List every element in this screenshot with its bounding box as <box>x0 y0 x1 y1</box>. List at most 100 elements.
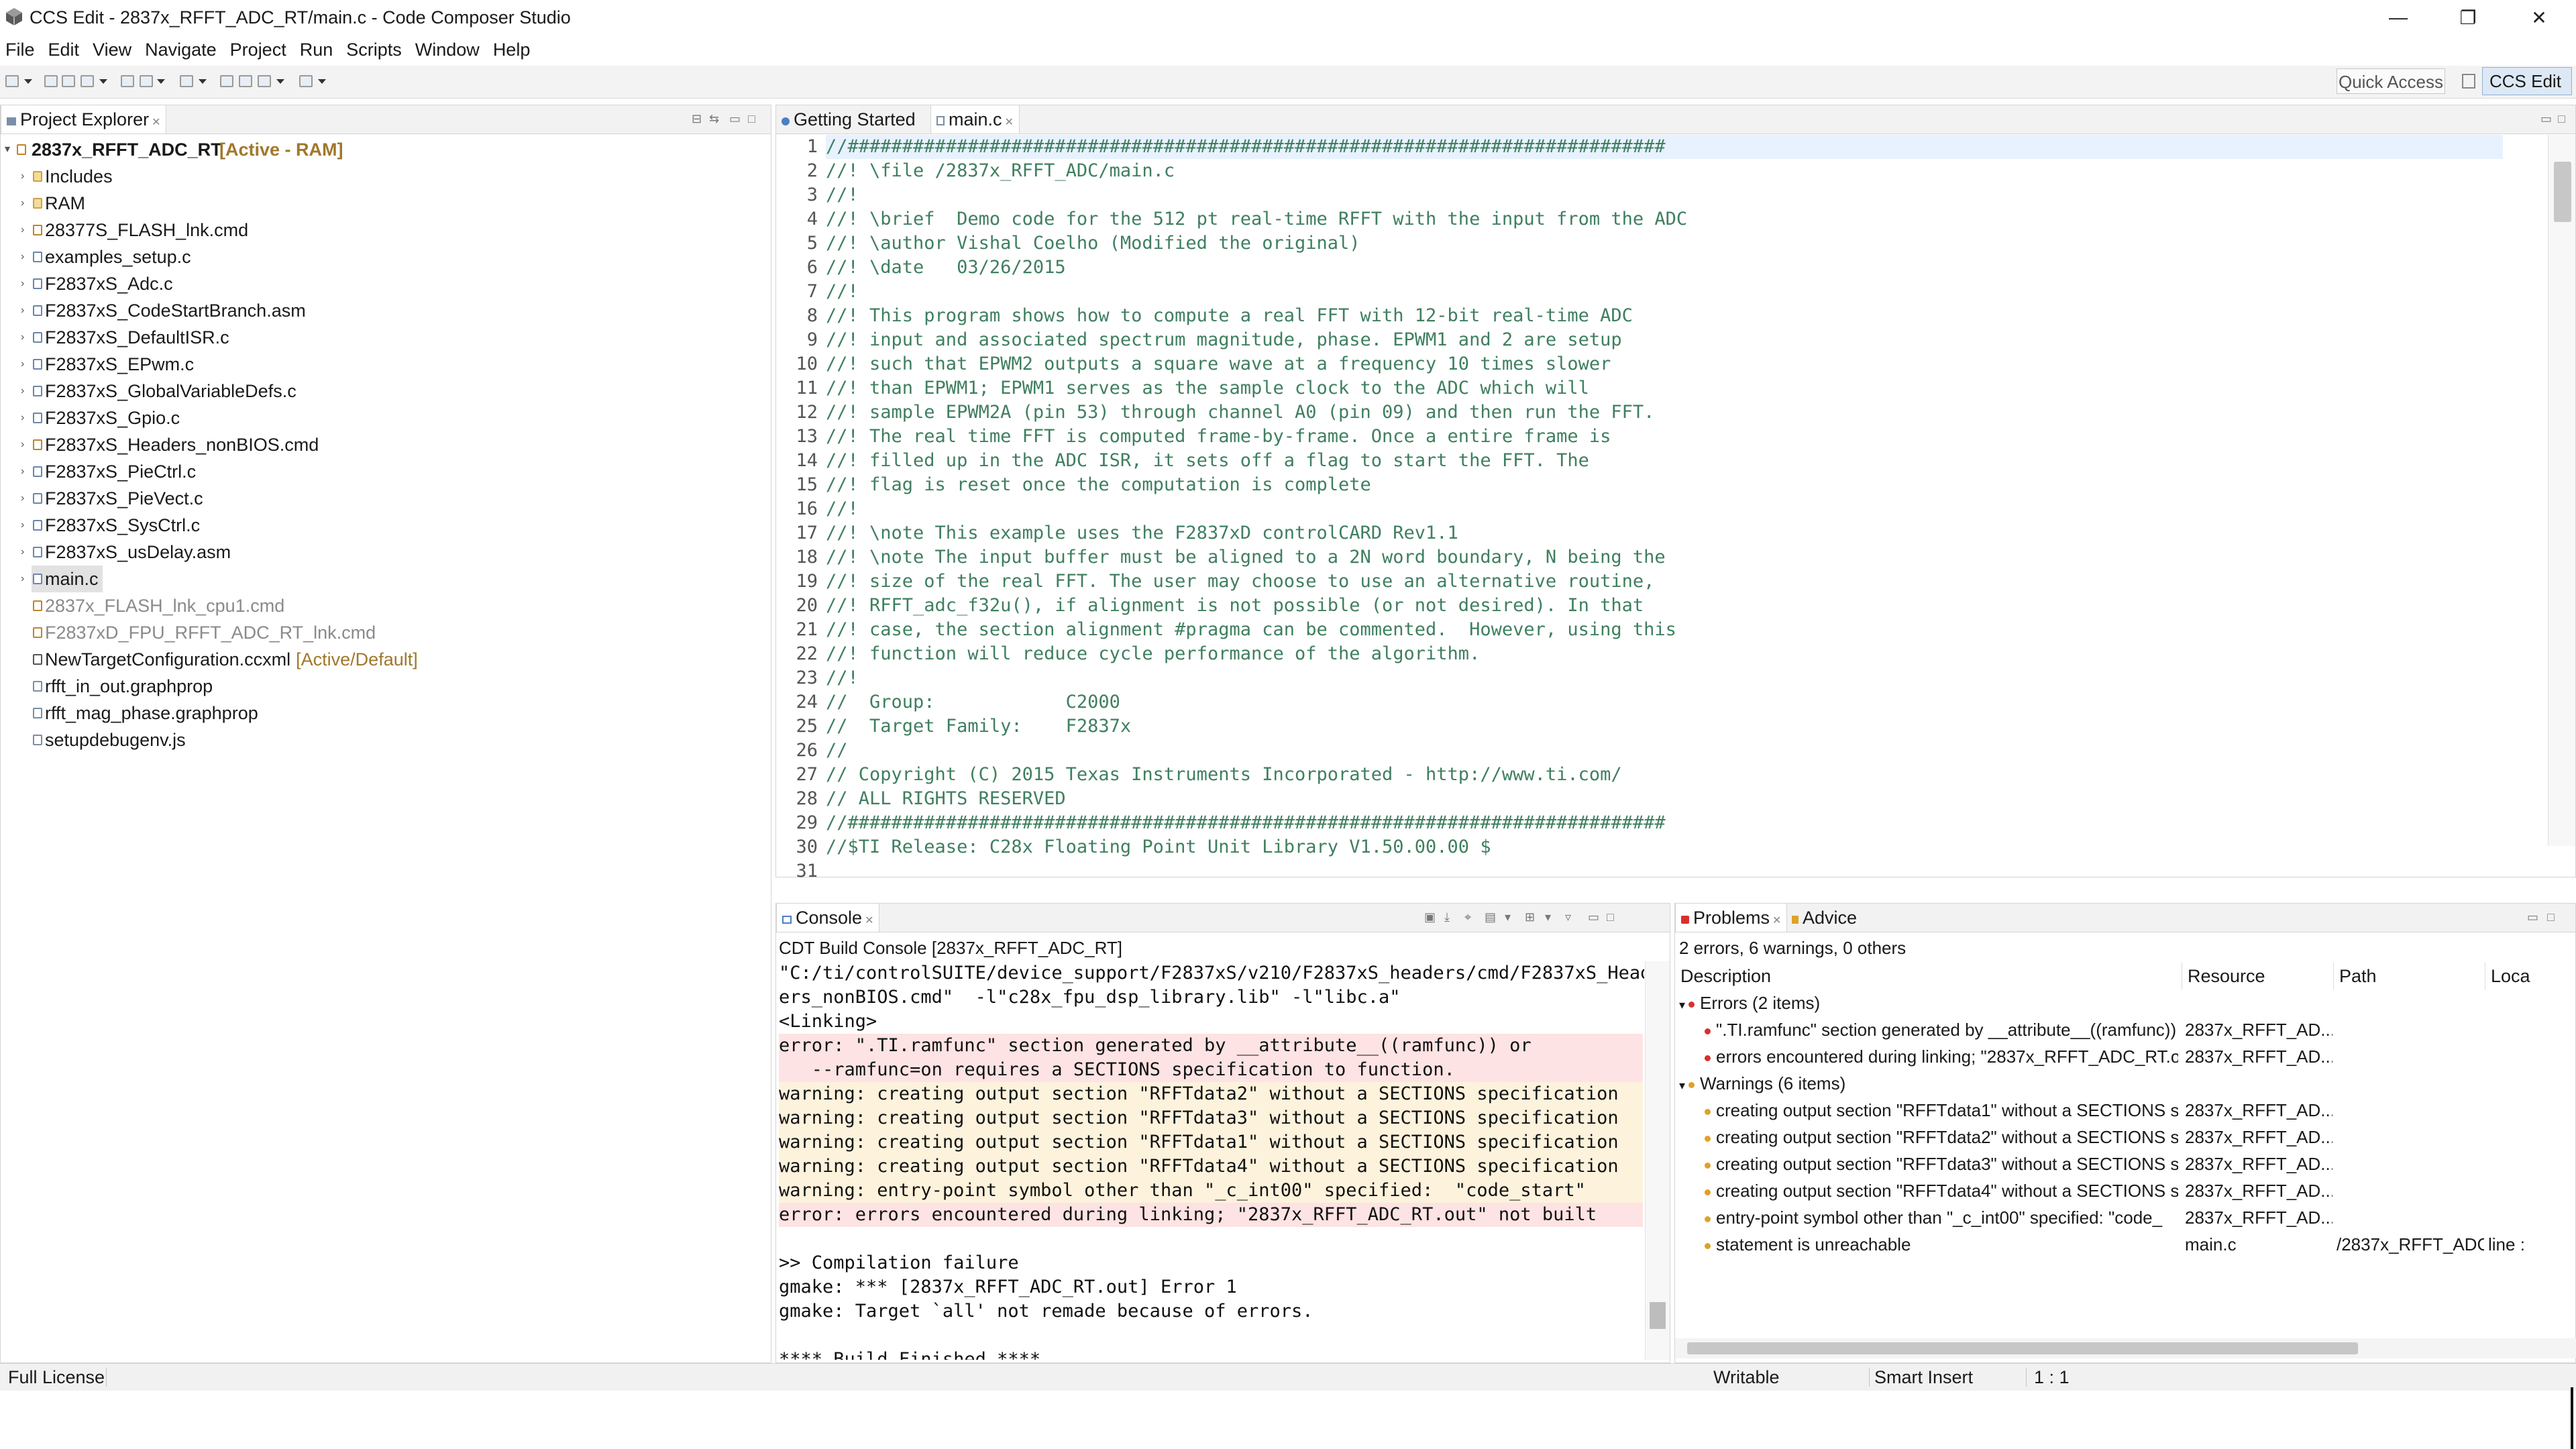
code-line[interactable]: // <box>826 739 848 763</box>
code-line[interactable]: //! RFFT_adc_f32u(), if alignment is not… <box>826 594 1644 618</box>
new-console-icon[interactable]: ⊞ <box>1525 910 1535 924</box>
problem-group-row[interactable]: ▾ Errors (2 items) <box>1675 989 2576 1016</box>
search-icon[interactable] <box>180 75 193 87</box>
code-line[interactable]: //! \author Vishal Coelho (Modified the … <box>826 231 1360 256</box>
quick-access-input[interactable]: Quick Access <box>2337 68 2445 94</box>
save-all-icon[interactable] <box>62 75 75 87</box>
new-icon[interactable] <box>5 75 19 87</box>
code-line[interactable]: //! \note This example uses the F2837xD … <box>826 521 1458 545</box>
minimize-view-icon[interactable]: ▭ <box>729 112 741 126</box>
chevron-right-icon[interactable]: › <box>21 485 24 512</box>
code-line[interactable]: //! \file /2837x_RFFT_ADC/main.c <box>826 159 1175 183</box>
editor-scroll-thumb[interactable] <box>2554 162 2571 222</box>
tab-project-explorer[interactable]: Project Explorer ✕ <box>1 105 167 133</box>
column-location[interactable]: Loca <box>2485 963 2576 989</box>
save-icon[interactable] <box>44 75 58 87</box>
ccs-edit-perspective-button[interactable]: CCS Edit <box>2482 67 2572 95</box>
scroll-lock-icon[interactable]: ⤓ <box>1444 910 1450 924</box>
close-icon[interactable]: ✕ <box>865 915 873 926</box>
chevron-down-icon[interactable]: ▾ <box>5 136 10 163</box>
navigate-back-icon[interactable] <box>299 75 313 87</box>
code-line[interactable]: //! <box>826 497 859 521</box>
collapse-all-icon[interactable]: ⊟ <box>692 112 702 126</box>
restore-button[interactable]: ❐ <box>2431 0 2505 35</box>
code-line[interactable]: //! \note The input buffer must be align… <box>826 545 1666 570</box>
chevron-right-icon[interactable]: › <box>21 270 24 297</box>
menu-view[interactable]: View <box>86 35 138 64</box>
problems-horizontal-scrollbar[interactable] <box>1675 1338 2576 1358</box>
code-line[interactable]: //! such that EPWM2 outputs a square wav… <box>826 352 1611 376</box>
close-icon[interactable]: ✕ <box>152 117 160 128</box>
code-line[interactable]: //######################################… <box>826 135 2503 159</box>
problem-row[interactable]: errors encountered during linking; "2837… <box>1675 1043 2576 1070</box>
project-item[interactable]: › main.c <box>21 566 103 592</box>
code-line[interactable]: //! size of the real FFT. The user may c… <box>826 570 1654 594</box>
problem-row[interactable]: creating output section "RFFTdata2" with… <box>1675 1124 2576 1150</box>
problems-scroll-thumb[interactable] <box>1687 1342 2358 1354</box>
problem-row[interactable]: entry-point symbol other than "_c_int00"… <box>1675 1204 2576 1231</box>
flash-icon[interactable] <box>140 75 153 87</box>
menu-file[interactable]: File <box>0 35 42 64</box>
code-line[interactable]: //$TI Release: C28x Floating Point Unit … <box>826 835 1491 859</box>
menu-help[interactable]: Help <box>486 35 537 64</box>
tab-main-c[interactable]: main.c ✕ <box>930 105 1020 133</box>
problem-row[interactable]: creating output section "RFFTdata4" with… <box>1675 1177 2576 1204</box>
problem-row[interactable]: ".TI.ramfunc" section generated by __att… <box>1675 1016 2576 1043</box>
code-line[interactable]: // Target Family: F2837x <box>826 714 1131 739</box>
chevron-right-icon[interactable]: › <box>21 163 24 190</box>
chevron-right-icon[interactable]: › <box>21 566 24 592</box>
code-line[interactable]: //! sample EPWM2A (pin 53) through chann… <box>826 400 1654 425</box>
chevron-down-icon[interactable]: ▾ <box>1679 1079 1688 1092</box>
pin-console-icon[interactable]: ⌖ <box>1464 910 1471 924</box>
menu-scripts[interactable]: Scripts <box>339 35 409 64</box>
chevron-right-icon[interactable]: › <box>21 431 24 458</box>
chevron-down-icon[interactable] <box>276 79 284 84</box>
menu-run[interactable]: Run <box>293 35 340 64</box>
close-icon[interactable]: ✕ <box>1772 915 1781 926</box>
code-line[interactable]: //! This program shows how to compute a … <box>826 304 1633 328</box>
code-line[interactable]: //! The real time FFT is computed frame-… <box>826 425 1611 449</box>
maximize-view-icon[interactable]: □ <box>1607 910 1614 924</box>
menu-window[interactable]: Window <box>409 35 486 64</box>
chevron-right-icon[interactable]: › <box>21 297 24 324</box>
code-line[interactable]: // ALL RIGHTS RESERVED <box>826 787 1066 811</box>
problem-group-row[interactable]: ▾ Warnings (6 items) <box>1675 1070 2576 1097</box>
close-window-button[interactable]: ✕ <box>2502 0 2576 35</box>
link-editor-icon[interactable]: ⇆ <box>709 112 719 126</box>
minimize-view-icon[interactable]: ▭ <box>1588 910 1599 924</box>
maximize-view-icon[interactable]: □ <box>2558 112 2565 126</box>
code-line[interactable]: //! <box>826 666 859 690</box>
chevron-right-icon[interactable]: › <box>21 190 24 217</box>
project-root[interactable]: ▾ 2837x_RFFT_ADC_RT [Active - RAM] <box>1 136 771 163</box>
column-description[interactable]: Description <box>1675 963 2182 989</box>
chevron-right-icon[interactable]: › <box>21 512 24 539</box>
chevron-right-icon[interactable]: › <box>21 458 24 485</box>
chevron-right-icon[interactable]: › <box>21 405 24 431</box>
editor-vertical-scrollbar[interactable] <box>2548 135 2575 846</box>
chevron-down-icon[interactable]: ▾ <box>1679 998 1688 1012</box>
chevron-down-icon[interactable] <box>24 79 32 84</box>
minimize-view-icon[interactable]: ▭ <box>2527 910 2538 924</box>
open-perspective-icon[interactable] <box>2462 74 2475 89</box>
menu-edit[interactable]: Edit <box>42 35 87 64</box>
code-line[interactable]: //######################################… <box>826 811 1666 835</box>
debug-icon[interactable] <box>121 75 134 87</box>
close-icon[interactable]: ✕ <box>1005 117 1014 128</box>
maximize-view-icon[interactable]: □ <box>2547 910 2555 924</box>
column-resource[interactable]: Resource <box>2182 963 2334 989</box>
code-line[interactable]: //! \brief Demo code for the 512 pt real… <box>826 207 1687 231</box>
chevron-down-icon[interactable] <box>318 79 326 84</box>
minimize-button[interactable]: — <box>2361 0 2435 35</box>
menu-navigate[interactable]: Navigate <box>138 35 223 64</box>
code-line[interactable]: // Copyright (C) 2015 Texas Instruments … <box>826 763 1622 787</box>
chevron-down-icon[interactable]: ▾ <box>1505 910 1511 924</box>
chevron-right-icon[interactable]: › <box>21 324 24 351</box>
tab-problems[interactable]: Problems ✕ <box>1675 904 1788 932</box>
chevron-right-icon[interactable]: › <box>21 378 24 405</box>
chevron-down-icon[interactable] <box>157 79 165 84</box>
code-line[interactable]: //! function will reduce cycle performan… <box>826 642 1480 666</box>
problem-row[interactable]: creating output section "RFFTdata3" with… <box>1675 1150 2576 1177</box>
tab-getting-started[interactable]: Getting Started <box>776 105 938 133</box>
chevron-down-icon[interactable] <box>199 79 207 84</box>
tab-advice[interactable]: Advice <box>1786 904 1862 932</box>
